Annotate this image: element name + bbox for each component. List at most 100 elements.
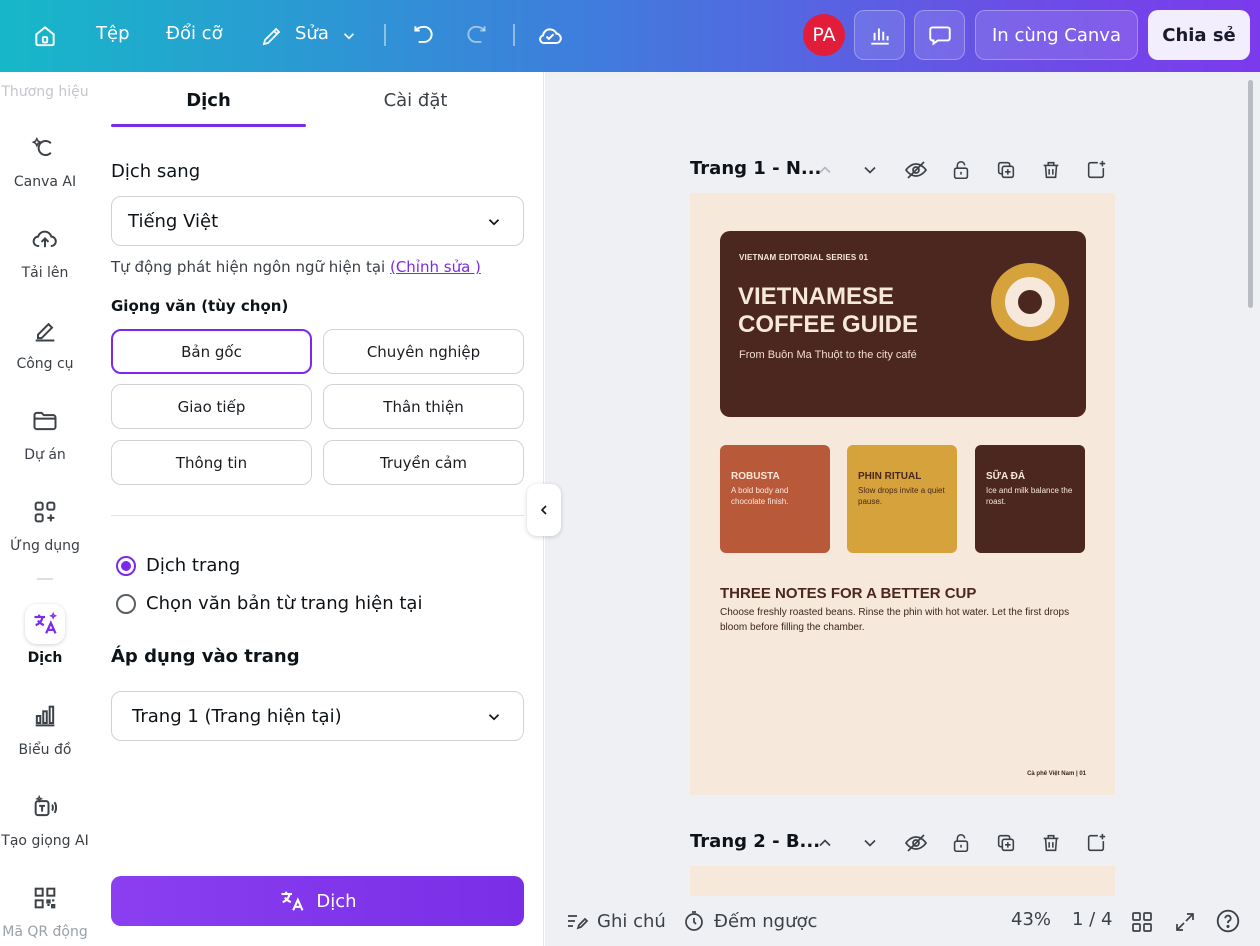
chevron-down-icon[interactable]: [332, 19, 366, 53]
left-rail: Thương hiệu Canva AI Tải lên Công cụ Dự …: [0, 72, 90, 946]
chevron-left-icon: [540, 505, 547, 515]
translate-icon: [281, 891, 304, 911]
lock-icon[interactable]: [947, 829, 975, 857]
lock-icon[interactable]: [947, 156, 975, 184]
user-avatar[interactable]: PA: [803, 14, 845, 56]
card-title: SỮA ĐÁ: [986, 471, 1026, 482]
language-select-value: Tiếng Việt: [128, 210, 219, 232]
tone-professional-button[interactable]: Chuyên nghiệp: [323, 329, 524, 374]
rail-item-tools[interactable]: Công cụ: [0, 310, 90, 372]
rail-label: Tạo giọng AI: [1, 833, 89, 849]
design-page-1[interactable]: VIETNAM EDITORIAL SERIES 01 VIETNAMESE C…: [690, 193, 1115, 795]
grid-view-icon[interactable]: [1130, 910, 1162, 934]
bottom-bar: Ghi chú Đếm ngược 43% 1 / 4: [545, 896, 1260, 946]
pencil-icon[interactable]: [255, 19, 289, 53]
design-page-2[interactable]: [690, 866, 1115, 896]
tone-emotive-button[interactable]: Truyền cảm: [323, 440, 524, 485]
language-select[interactable]: Tiếng Việt: [111, 196, 524, 246]
insights-button[interactable]: [854, 10, 905, 60]
card-title: PHIN RITUAL: [858, 471, 922, 482]
share-button[interactable]: Chia sẻ: [1148, 10, 1250, 60]
rail-item-projects[interactable]: Dự án: [0, 401, 90, 463]
tab-settings[interactable]: Cài đặt: [318, 90, 513, 111]
undo-icon[interactable]: [406, 19, 440, 53]
page-select-value: Trang 1 (Trang hiện tại): [132, 705, 342, 727]
rail-item-brand[interactable]: Thương hiệu: [0, 84, 90, 100]
series-label[interactable]: VIETNAM EDITORIAL SERIES 01: [739, 253, 868, 262]
redo-icon[interactable]: [460, 19, 494, 53]
page-1-title[interactable]: Trang 1 - N...: [690, 158, 821, 179]
card-robusta[interactable]: ROBUSTA A bold body and chocolate finish…: [720, 445, 830, 553]
chevron-down-icon[interactable]: [856, 829, 884, 857]
zoom-level[interactable]: 43%: [1011, 909, 1051, 930]
translate-to-label: Dịch sang: [111, 161, 201, 182]
rail-item-upload[interactable]: Tải lên: [0, 219, 90, 281]
notes-body[interactable]: Choose freshly roasted beans. Rinse the …: [720, 605, 1086, 635]
tone-informative-button[interactable]: Thông tin: [111, 440, 312, 485]
card-phin-ritual[interactable]: PHIN RITUAL Slow drops invite a quiet pa…: [847, 445, 957, 553]
file-menu[interactable]: Tệp: [96, 23, 130, 44]
help-icon[interactable]: [1215, 908, 1249, 934]
tab-translate[interactable]: Dịch: [111, 90, 306, 111]
bar-chart-icon: [25, 696, 65, 736]
trash-icon[interactable]: [1037, 156, 1065, 184]
edit-language-link[interactable]: (Chỉnh sửa ): [390, 258, 481, 276]
trash-icon[interactable]: [1037, 829, 1065, 857]
rail-label: Mã QR động: [2, 924, 88, 940]
page-2-title[interactable]: Trang 2 - B...: [690, 831, 820, 852]
rail-item-qr-code[interactable]: Mã QR động: [0, 878, 90, 940]
hero-banner[interactable]: VIETNAM EDITORIAL SERIES 01 VIETNAMESE C…: [720, 231, 1086, 417]
card-sua-da[interactable]: SỮA ĐÁ Ice and milk balance the roast.: [975, 445, 1085, 553]
translate-button[interactable]: Dịch: [111, 876, 524, 926]
duplicate-page-icon[interactable]: [992, 156, 1020, 184]
qr-code-icon: [25, 878, 65, 918]
rail-item-charts[interactable]: Biểu đồ: [0, 696, 90, 758]
comments-button[interactable]: [914, 10, 965, 60]
card-description: A bold body and chocolate finish.: [731, 486, 789, 506]
cloud-check-icon[interactable]: [533, 19, 567, 53]
tone-original-button[interactable]: Bản gốc: [111, 329, 312, 374]
page-counter[interactable]: 1 / 4: [1072, 909, 1112, 930]
hero-subtitle[interactable]: From Buôn Ma Thuột to the city café: [739, 349, 917, 361]
rail-label: Ứng dụng: [10, 538, 80, 554]
chevron-up-icon[interactable]: [811, 829, 839, 857]
duplicate-page-icon[interactable]: [992, 829, 1020, 857]
fullscreen-icon[interactable]: [1173, 910, 1205, 934]
rail-item-ai-voice[interactable]: Tạo giọng AI: [0, 787, 90, 849]
timer-button[interactable]: Đếm ngược: [682, 909, 817, 933]
rail-label: Công cụ: [16, 356, 74, 372]
rail-item-canva-ai[interactable]: Canva AI: [0, 128, 90, 190]
edit-menu[interactable]: Sửa: [295, 23, 329, 44]
resize-menu[interactable]: Đổi cỡ: [166, 23, 223, 44]
bar-chart-icon: [870, 28, 889, 45]
radio-select-text[interactable]: Chọn văn bản từ trang hiện tại: [116, 593, 422, 614]
home-icon[interactable]: [28, 19, 62, 53]
page-footer[interactable]: Cà phê Việt Nam | 01: [1027, 771, 1086, 777]
add-page-icon[interactable]: [1082, 156, 1110, 184]
chevron-up-icon[interactable]: [811, 156, 839, 184]
hide-eye-icon[interactable]: [902, 829, 930, 857]
notes-title[interactable]: THREE NOTES FOR A BETTER CUP: [720, 585, 976, 602]
toolbar-divider: [513, 24, 515, 46]
coffee-ring-graphic[interactable]: [991, 263, 1069, 341]
collapse-panel-button[interactable]: [527, 484, 561, 536]
chevron-down-icon[interactable]: [856, 156, 884, 184]
hero-title-line-1: VIETNAMESE: [738, 283, 895, 310]
rail-label: Dịch: [27, 650, 63, 666]
page-select[interactable]: Trang 1 (Trang hiện tại): [111, 691, 524, 741]
radio-selected-icon: [116, 555, 136, 576]
radio-translate-page[interactable]: Dịch trang: [116, 555, 240, 576]
card-description: Ice and milk balance the roast.: [986, 486, 1073, 506]
rail-item-apps[interactable]: Ứng dụng: [0, 492, 90, 554]
hide-eye-icon[interactable]: [902, 156, 930, 184]
tone-friendly-button[interactable]: Thân thiện: [323, 384, 524, 429]
notes-button[interactable]: Ghi chú: [565, 909, 666, 933]
canvas-scrollbar[interactable]: [1248, 80, 1253, 308]
card-title: ROBUSTA: [731, 471, 780, 482]
rail-item-translate[interactable]: Dịch: [0, 604, 90, 666]
add-page-icon[interactable]: [1082, 829, 1110, 857]
hero-title[interactable]: VIETNAMESE COFFEE GUIDE: [738, 283, 968, 339]
ring-middle: [1005, 277, 1055, 327]
tone-conversational-button[interactable]: Giao tiếp: [111, 384, 312, 429]
print-with-canva-button[interactable]: In cùng Canva: [975, 10, 1138, 60]
